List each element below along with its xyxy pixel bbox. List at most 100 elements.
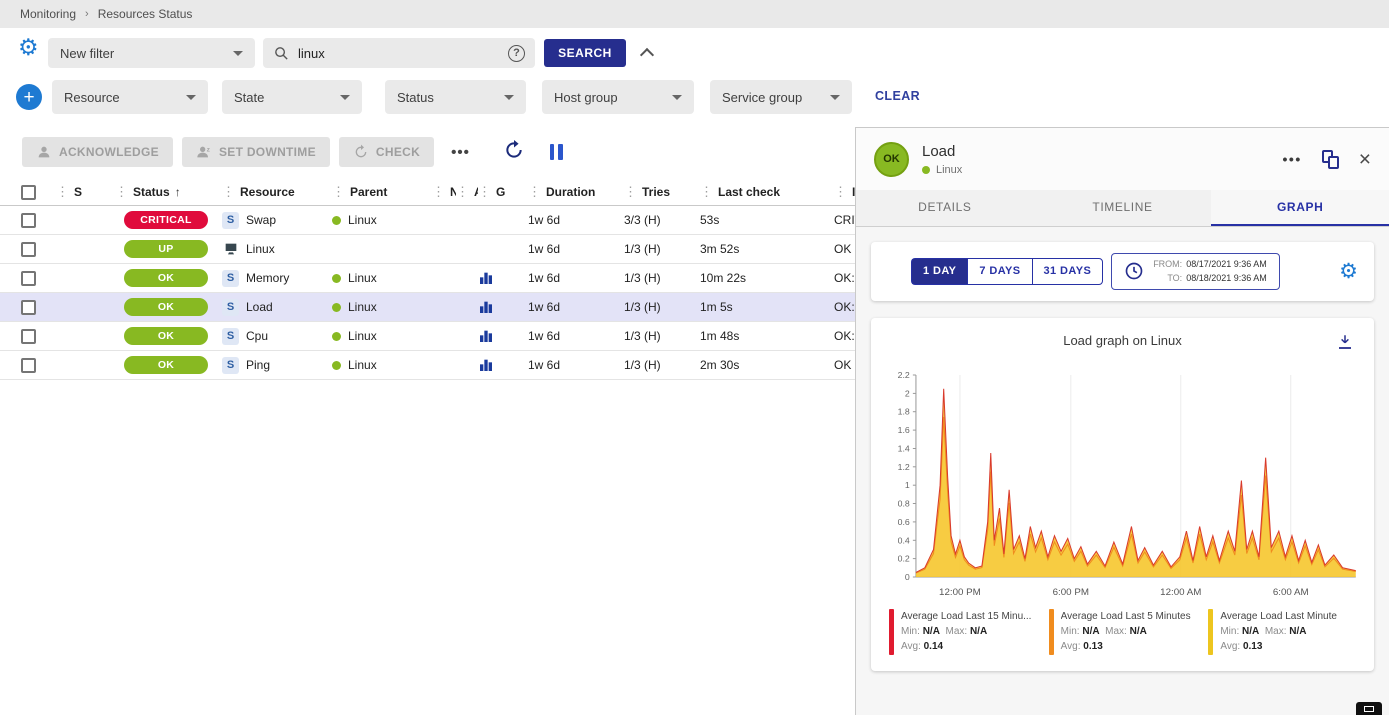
- time-range-group: 1 DAY 7 DAYS 31 DAYS: [911, 258, 1103, 285]
- more-actions-icon[interactable]: •••: [451, 144, 470, 161]
- column-drag-icon[interactable]: ⋮: [115, 184, 128, 200]
- legend-label: Average Load Last 5 Minutes: [1061, 609, 1191, 624]
- table-row[interactable]: OK SMemory Linux 1w 6d 1/3 (H) 10m 22s O…: [0, 264, 855, 293]
- breadcrumb-monitoring[interactable]: Monitoring: [20, 7, 76, 21]
- column-header-severity[interactable]: S: [74, 185, 82, 199]
- filter-status-select[interactable]: Status: [385, 80, 526, 114]
- select-all-checkbox[interactable]: [21, 185, 36, 200]
- row-checkbox[interactable]: [21, 329, 36, 344]
- search-button[interactable]: SEARCH: [544, 39, 626, 67]
- graph-icon[interactable]: [478, 299, 495, 316]
- column-header-graph[interactable]: G: [496, 185, 505, 199]
- search-box[interactable]: ?: [263, 38, 535, 68]
- collapse-filters-chevron-icon[interactable]: [640, 48, 654, 62]
- graph-icon[interactable]: [478, 328, 495, 345]
- resource-name[interactable]: Memory: [246, 271, 289, 285]
- column-header-duration[interactable]: Duration: [546, 185, 595, 199]
- table-row[interactable]: OK SLoad Linux 1w 6d 1/3 (H) 1m 5s OK: L…: [0, 293, 855, 322]
- legend-item[interactable]: Average Load Last 15 Minu... Min: N/A Ma…: [889, 609, 1037, 655]
- legend-item[interactable]: Average Load Last 5 Minutes Min: N/A Max…: [1049, 609, 1197, 655]
- filter-section: ⚙ New filter ? SEARCH + Resource State S…: [0, 28, 1389, 127]
- pause-autorefresh-icon[interactable]: [550, 144, 563, 160]
- resource-name[interactable]: Linux: [246, 242, 275, 256]
- filter-servicegroup-select[interactable]: Service group: [710, 80, 852, 114]
- column-drag-icon[interactable]: ⋮: [834, 184, 847, 200]
- tab-timeline[interactable]: TIMELINE: [1034, 190, 1212, 226]
- table-row[interactable]: CRITICAL SSwap Linux 1w 6d 3/3 (H) 53s C…: [0, 206, 855, 235]
- column-header-status[interactable]: Status: [133, 185, 170, 199]
- graph-title: Load graph on Linux: [881, 333, 1364, 348]
- parent-name[interactable]: Linux: [348, 213, 377, 227]
- column-drag-icon[interactable]: ⋮: [456, 184, 469, 200]
- column-header-tries[interactable]: Tries: [642, 185, 670, 199]
- row-checkbox[interactable]: [21, 213, 36, 228]
- severity-cell: [56, 351, 115, 379]
- close-panel-icon[interactable]: ×: [1359, 149, 1371, 170]
- resource-name[interactable]: Cpu: [246, 329, 268, 343]
- notes-cell: [432, 235, 456, 263]
- information-cell: OK - 10: [820, 235, 855, 263]
- column-drag-icon[interactable]: ⋮: [624, 184, 637, 200]
- add-criteria-button[interactable]: +: [16, 84, 42, 110]
- column-drag-icon[interactable]: ⋮: [432, 184, 445, 200]
- export-graph-icon[interactable]: [1336, 333, 1354, 356]
- filter-hostgroup-select[interactable]: Host group: [542, 80, 694, 114]
- table-row[interactable]: OK SCpu Linux 1w 6d 1/3 (H) 1m 48s OK: 1…: [0, 322, 855, 351]
- resource-name[interactable]: Load: [246, 300, 273, 314]
- graph-icon[interactable]: [478, 357, 495, 374]
- filter-settings-gear-icon[interactable]: ⚙: [18, 36, 39, 59]
- acknowledge-button[interactable]: ACKNOWLEDGE: [22, 137, 173, 167]
- column-drag-icon[interactable]: ⋮: [528, 184, 541, 200]
- search-help-icon[interactable]: ?: [508, 45, 525, 62]
- column-drag-icon[interactable]: ⋮: [56, 184, 69, 200]
- row-checkbox[interactable]: [21, 358, 36, 373]
- downtime-icon: z: [196, 144, 212, 160]
- graph-icon[interactable]: [478, 270, 495, 287]
- column-drag-icon[interactable]: ⋮: [222, 184, 235, 200]
- load-chart[interactable]: 00.20.40.60.811.21.41.61.822.212:00 PM6:…: [881, 363, 1364, 607]
- resource-name[interactable]: Swap: [246, 213, 276, 227]
- overlay-widget[interactable]: [1356, 702, 1382, 715]
- parent-name[interactable]: Linux: [348, 271, 377, 285]
- column-header-last-check[interactable]: Last check: [718, 185, 780, 199]
- table-row[interactable]: UP Linux 1w 6d 1/3 (H) 3m 52s OK - 10: [0, 235, 855, 264]
- chevron-down-icon: [233, 51, 243, 56]
- resource-name[interactable]: Ping: [246, 358, 270, 372]
- tab-graph[interactable]: GRAPH: [1211, 190, 1389, 226]
- column-drag-icon[interactable]: ⋮: [332, 184, 345, 200]
- breadcrumb-resources-status[interactable]: Resources Status: [98, 7, 193, 21]
- column-header-parent[interactable]: Parent: [350, 185, 387, 199]
- panel-more-actions-icon[interactable]: •••: [1283, 151, 1302, 167]
- status-badge: CRITICAL: [124, 211, 208, 229]
- parent-name[interactable]: Linux: [348, 300, 377, 314]
- table-row[interactable]: OK SPing Linux 1w 6d 1/3 (H) 2m 30s OK -…: [0, 351, 855, 380]
- range-7days-button[interactable]: 7 DAYS: [967, 258, 1031, 285]
- custom-time-range-picker[interactable]: FROM:08/17/2021 9:36 AM TO:08/18/2021 9:…: [1111, 253, 1280, 290]
- row-checkbox[interactable]: [21, 300, 36, 315]
- filter-resource-select[interactable]: Resource: [52, 80, 208, 114]
- copy-link-icon[interactable]: [1322, 150, 1339, 169]
- row-checkbox[interactable]: [21, 271, 36, 286]
- parent-name[interactable]: Linux: [348, 358, 377, 372]
- search-input[interactable]: [298, 46, 508, 61]
- legend-item[interactable]: Average Load Last Minute Min: N/A Max: N…: [1208, 609, 1356, 655]
- range-1day-button[interactable]: 1 DAY: [911, 258, 967, 285]
- column-header-resource[interactable]: Resource: [240, 185, 295, 199]
- clear-filters-button[interactable]: CLEAR: [875, 89, 920, 103]
- tab-details[interactable]: DETAILS: [856, 190, 1034, 226]
- action-cell: [456, 235, 478, 263]
- range-31days-button[interactable]: 31 DAYS: [1032, 258, 1104, 285]
- refresh-icon[interactable]: [504, 140, 524, 165]
- graph-settings-gear-icon[interactable]: ⚙: [1339, 261, 1358, 282]
- column-drag-icon[interactable]: ⋮: [700, 184, 713, 200]
- svg-text:0: 0: [905, 572, 910, 582]
- filter-state-select[interactable]: State: [222, 80, 362, 114]
- row-checkbox[interactable]: [21, 242, 36, 257]
- check-button[interactable]: CHECK: [339, 137, 434, 167]
- saved-filter-select[interactable]: New filter: [48, 38, 255, 68]
- column-drag-icon[interactable]: ⋮: [478, 184, 491, 200]
- legend-minmax: Min: N/A Max: N/A: [1220, 624, 1337, 639]
- set-downtime-button[interactable]: z SET DOWNTIME: [182, 137, 330, 167]
- sort-asc-icon[interactable]: ↑: [175, 185, 181, 199]
- parent-name[interactable]: Linux: [348, 329, 377, 343]
